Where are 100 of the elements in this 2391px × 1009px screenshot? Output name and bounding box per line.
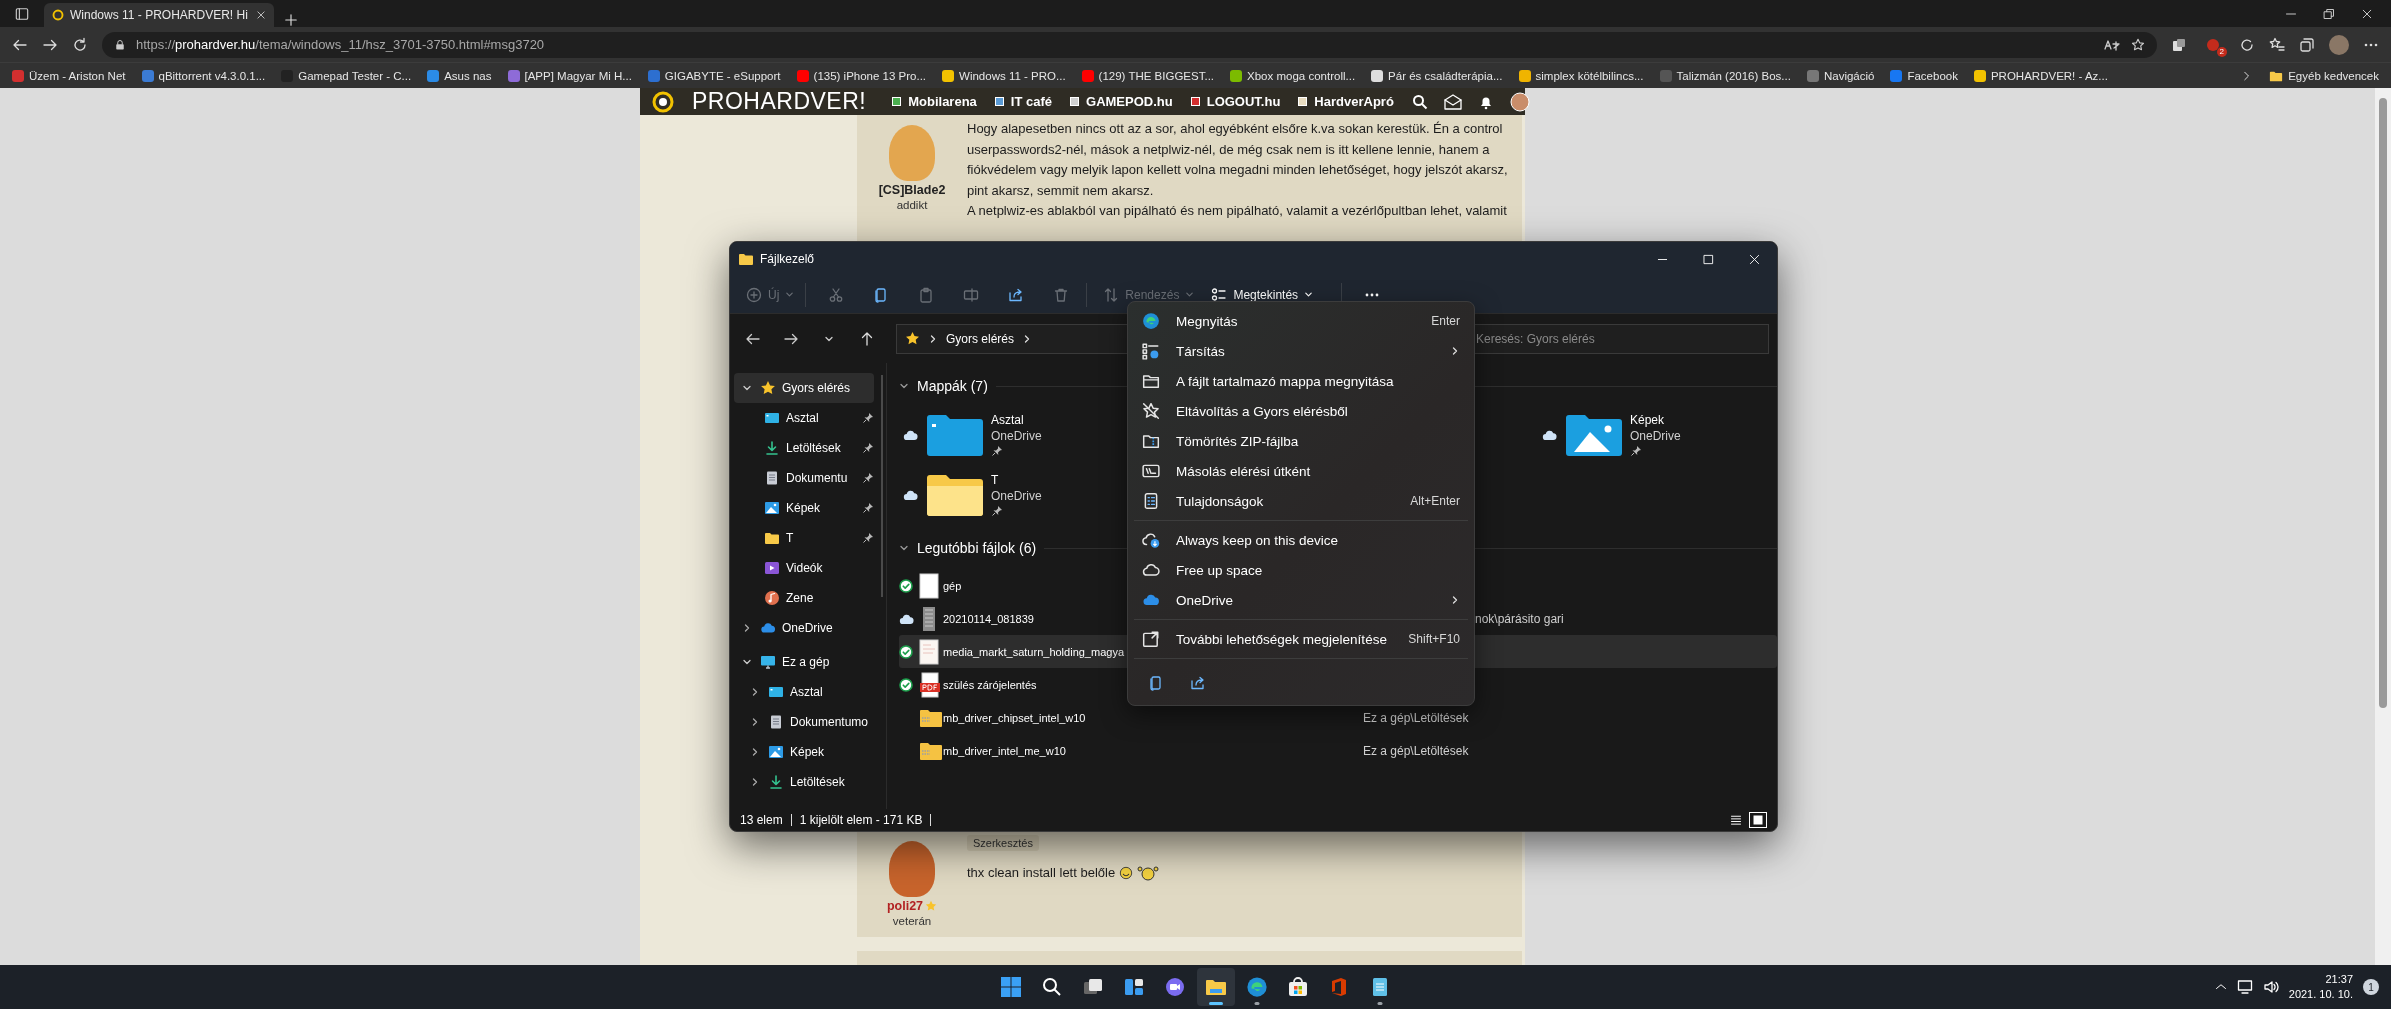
download-icon xyxy=(764,440,780,456)
extension-button[interactable]: 2 xyxy=(2201,32,2225,57)
search-icon xyxy=(1411,93,1428,110)
tree-item[interactable]: Asztal xyxy=(734,403,874,433)
site-nav-link[interactable]: Mobilarena xyxy=(892,94,977,109)
folder-tile[interactable]: Asztal OneDrive xyxy=(899,405,1112,465)
tree-item[interactable]: Zene xyxy=(734,583,874,613)
bookmark-link[interactable]: Windows 11 - PRO... xyxy=(942,69,1066,82)
site-nav-link[interactable]: GAMEPOD.hu xyxy=(1070,94,1173,109)
section-title[interactable]: Mappák (7) xyxy=(917,378,988,394)
bookmark-link[interactable]: (135) iPhone 13 Pro... xyxy=(796,69,927,82)
lock-icon xyxy=(114,38,126,51)
folder-tile[interactable]: Képek OneDrive xyxy=(1538,405,1751,465)
author-name[interactable]: poli27 xyxy=(886,899,938,913)
tree-item[interactable]: Dokumentumo xyxy=(734,707,874,737)
avatar-placeholder xyxy=(889,125,935,181)
file-name[interactable]: szülés zárójelentés xyxy=(943,678,1037,691)
site-logo[interactable]: PROHARDVER! xyxy=(692,88,867,115)
details-view-icon xyxy=(1730,814,1742,826)
menu-item[interactable]: Eltávolítás a Gyors elérésből xyxy=(1132,396,1470,426)
menu-item[interactable]: Társítás xyxy=(1132,336,1470,366)
tree-item[interactable]: Gyors elérés xyxy=(734,373,874,403)
file-name[interactable]: mb_driver_intel_me_w10 xyxy=(943,744,1066,757)
selection-info: 1 kijelölt elem - 171 KB xyxy=(799,813,923,827)
document-icon xyxy=(768,714,784,730)
file-name[interactable]: mb_driver_chipset_intel_w10 xyxy=(943,711,1086,724)
menu-item[interactable]: Free up space xyxy=(1132,555,1470,585)
site-nav-link[interactable]: LOGOUT.hu xyxy=(1190,94,1281,109)
tiles-view-button[interactable] xyxy=(1749,812,1767,828)
bookmark-link[interactable]: GIGABYTE - eSupport xyxy=(647,69,781,82)
bookmark-link[interactable]: Talizmán (2016) Bos... xyxy=(1659,69,1791,82)
close-icon xyxy=(1748,253,1760,265)
section-title[interactable]: Legutóbbi fájlok (6) xyxy=(917,540,1037,556)
video-icon xyxy=(764,560,780,576)
chevron-right-icon xyxy=(750,777,760,787)
menu-item[interactable]: Másolás elérési útként xyxy=(1132,456,1470,486)
bookmark-link[interactable]: Gamepad Tester - C... xyxy=(281,69,412,82)
tree-item[interactable]: Ez a gép xyxy=(734,647,874,677)
bookmark-link[interactable]: [APP] Magyar Mi H... xyxy=(507,69,632,82)
paste-icon xyxy=(918,286,935,303)
bookmark-link[interactable]: Pár és családterápia... xyxy=(1371,69,1503,82)
reload-icon xyxy=(72,36,88,53)
expand-window-icon xyxy=(1142,630,1160,648)
menu-item[interactable]: Megnyitás Enter xyxy=(1132,306,1470,336)
plus-circle-icon xyxy=(746,286,762,303)
tree-item[interactable]: Képek xyxy=(734,493,874,523)
menu-item[interactable]: Always keep on this device xyxy=(1132,525,1470,555)
collections-icon xyxy=(2299,36,2315,53)
file-name[interactable]: gép xyxy=(943,579,962,592)
notification-badge[interactable]: 1 xyxy=(2363,979,2379,995)
tree-item[interactable]: Letöltések xyxy=(734,767,874,797)
desktop-icon xyxy=(764,410,780,426)
download-icon xyxy=(768,774,784,790)
profile-avatar[interactable] xyxy=(2329,34,2349,55)
bookmark-link[interactable]: Üzem - Ariston Net xyxy=(12,69,126,82)
bookmark-link[interactable]: qBittorrent v4.3.0.1... xyxy=(141,69,266,82)
file-name[interactable]: 20210114_081839 xyxy=(943,612,1034,625)
clock[interactable]: 21:37 2021. 10. 10. xyxy=(2288,972,2353,1002)
taskbar-app-button[interactable] xyxy=(1197,968,1235,1006)
music-icon xyxy=(764,590,780,606)
site-nav-link[interactable]: IT café xyxy=(994,94,1052,109)
bookmark-link[interactable]: Asus nas xyxy=(427,69,492,82)
tree-item[interactable]: Asztal xyxy=(734,677,874,707)
volume-icon xyxy=(2262,979,2279,995)
folder-tile[interactable]: T OneDrive xyxy=(899,465,1112,525)
menu-item[interactable]: További lehetőségek megjelenítése Shift+F10 xyxy=(1132,624,1470,654)
tree-item[interactable]: Képek xyxy=(734,737,874,767)
menu-item[interactable]: OneDrive xyxy=(1132,585,1470,615)
tree-item[interactable]: T xyxy=(734,523,874,553)
scrollbar[interactable] xyxy=(2375,88,2391,965)
start-icon xyxy=(1000,976,1022,998)
tree-item[interactable]: OneDrive xyxy=(734,613,874,643)
maximize-icon xyxy=(1702,253,1714,265)
tree-item[interactable]: Dokumentu xyxy=(734,463,874,493)
smiley-icon xyxy=(1119,866,1134,881)
folder-icon xyxy=(738,251,754,267)
author-name[interactable]: [CS]Blade2 xyxy=(878,183,946,197)
desktop-folder-icon xyxy=(925,412,985,458)
close-icon xyxy=(2361,7,2373,20)
address-bar[interactable]: https://prohardver.hu/tema/windows_11/hsz_3701-3750.html#msg3720 xyxy=(102,31,2157,58)
cloud-icon xyxy=(760,620,776,636)
document-thumbnail-icon xyxy=(919,638,939,665)
menu-item[interactable]: Tömörítés ZIP-fájlba xyxy=(1132,426,1470,456)
bookmark-link[interactable]: PROHARDVER! - Az... xyxy=(1973,69,2108,82)
menu-item[interactable]: Tulajdonságok Alt+Enter xyxy=(1132,486,1470,516)
browser-tab[interactable]: Windows 11 - PROHARDVER! Hi xyxy=(44,3,274,27)
file-name[interactable]: media_markt_saturn_holding_magya xyxy=(943,645,1124,658)
bookmark-link[interactable]: Facebook xyxy=(1890,69,1958,82)
site-nav-link[interactable]: HardverApró xyxy=(1298,94,1394,109)
star-icon xyxy=(760,380,776,396)
bookmark-link[interactable]: (129) THE BIGGEST... xyxy=(1081,69,1215,82)
other-favorites-link[interactable]: Egyéb kedvencek xyxy=(2269,68,2379,83)
bookmark-link[interactable]: simplex kötélbilincs... xyxy=(1518,69,1644,82)
bookmark-link[interactable]: Xbox moga controll... xyxy=(1230,69,1356,82)
bookmark-link[interactable]: Navigáció xyxy=(1806,69,1875,82)
tree-item[interactable]: Videók xyxy=(734,553,874,583)
tree-item[interactable]: Letöltések xyxy=(734,433,874,463)
view-list-icon xyxy=(1211,286,1228,303)
menu-item[interactable]: A fájlt tartalmazó mappa megnyitása xyxy=(1132,366,1470,396)
rename-icon xyxy=(963,286,980,303)
